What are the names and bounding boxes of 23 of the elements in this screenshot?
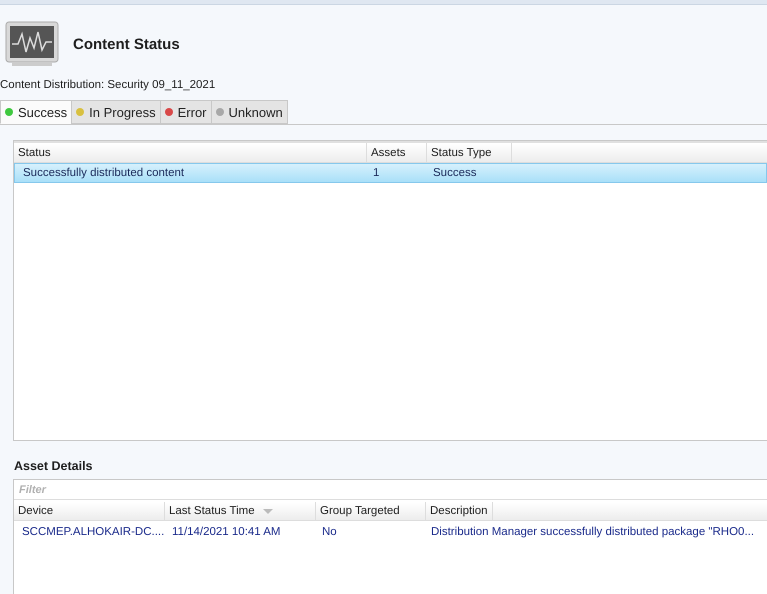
status-tab[interactable]: Success [0,100,72,124]
section-title: Asset Details [14,459,94,473]
status-row[interactable]: Successfully distributed content 1 Success [14,163,767,183]
column-header[interactable]: Description [426,502,493,520]
column-header[interactable]: Status Type [427,143,512,162]
column-header[interactable]: Last Status Time [165,502,316,520]
status-tab[interactable]: Error [160,100,212,124]
column-header[interactable]: Status [14,143,367,162]
page-title: Content Status [73,36,180,52]
table-cell-text: Success [432,167,478,179]
status-tab[interactable]: In Progress [71,100,161,124]
column-header[interactable]: Assets [367,143,427,162]
table-cell-text: No [321,526,338,538]
status-tab[interactable]: Unknown [210,100,288,124]
table-cell-text: 11/14/2021 10:41 AM [171,526,282,538]
content-distribution-label: Content Distribution: Security 09_11_2021 [0,79,216,91]
column-header[interactable]: Group Targeted [316,502,426,520]
table-cell-text: Distribution Manager successfully distributed package "RHO0... [430,526,756,538]
column-header[interactable]: Device [14,502,165,520]
table-cell-text: 1 [372,167,380,179]
table-cell-text: Successfully distributed content [22,167,186,179]
monitor-icon [4,20,60,68]
table-cell-text: SCCMEP.ALHOKAIR-DC.... [21,526,164,538]
